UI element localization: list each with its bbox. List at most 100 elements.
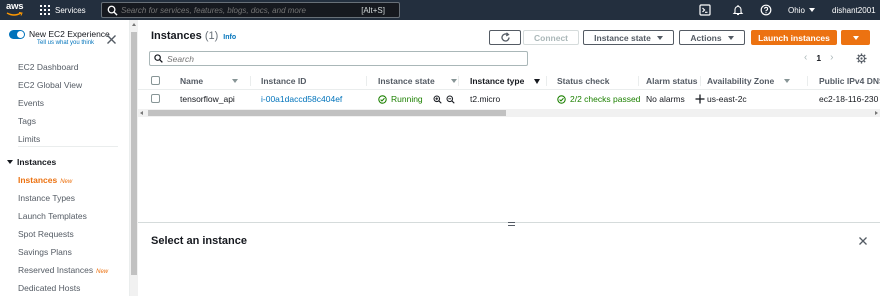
column-header-alarm-status[interactable]: Alarm status — [646, 76, 698, 86]
table-row[interactable]: tensorflow_api i-00a1daccd58c404ef Runni… — [138, 90, 880, 108]
instances-header: Instances (1) Info — [151, 30, 236, 42]
connect-button[interactable]: Connect — [523, 30, 579, 45]
cloudshell-icon — [699, 4, 711, 16]
settings-gear-icon[interactable] — [856, 53, 867, 64]
status-check-value: 2/2 checks passed — [570, 94, 641, 104]
scrollbar-thumb[interactable] — [148, 110, 506, 116]
success-check-icon — [378, 94, 387, 104]
column-header-status-check[interactable]: Status check — [557, 76, 609, 86]
help-icon — [760, 4, 772, 16]
new-badge: New — [60, 179, 73, 185]
sidebar-item-launch-templates[interactable]: Launch Templates — [18, 211, 87, 221]
instance-state-value: Running — [391, 94, 423, 104]
launch-instances-button[interactable]: Launch instances — [751, 30, 837, 45]
refresh-icon — [500, 32, 510, 42]
instance-state-label: Instance state — [594, 32, 651, 43]
instance-id-link[interactable]: i-00a1daccd58c404ef — [261, 94, 342, 104]
new-experience-toggle-row: New EC2 Experience Tell us what you thin… — [9, 29, 110, 46]
scrollbar-thumb[interactable] — [131, 32, 137, 275]
public-dns-value[interactable]: ec2-18-116-230 — [819, 94, 878, 104]
caret-down-icon — [727, 35, 734, 40]
pane-resize-handle-icon[interactable] — [507, 220, 516, 227]
previous-page-icon[interactable]: ‹ — [804, 52, 807, 63]
availability-zone-value: us-east-2c — [707, 94, 747, 104]
cloudshell-button[interactable] — [699, 0, 711, 20]
column-header-instance-id[interactable]: Instance ID — [261, 76, 306, 86]
page-title: Instances (1) — [151, 30, 219, 42]
search-icon — [154, 54, 163, 63]
scroll-up-arrow-icon[interactable] — [132, 23, 136, 26]
column-header-public-ipv4-dns[interactable]: Public IPv4 DNS — [819, 76, 880, 86]
region-selector[interactable]: Ohio — [788, 0, 815, 20]
sidebar-item-savings-plans[interactable]: Savings Plans — [18, 247, 72, 257]
instance-state-button[interactable]: Instance state — [583, 30, 674, 45]
refresh-button[interactable] — [489, 30, 521, 45]
account-menu[interactable]: dishant2001 — [832, 0, 880, 20]
zoom-in-icon[interactable] — [433, 94, 442, 104]
actions-button[interactable]: Actions — [679, 30, 745, 45]
aws-logo[interactable]: aws — [6, 1, 26, 18]
table-horizontal-scrollbar[interactable] — [138, 109, 880, 117]
launch-options-button[interactable] — [841, 30, 870, 45]
alarm-status-value: No alarms — [646, 94, 685, 104]
services-label: Services — [55, 5, 86, 15]
column-header-name[interactable]: Name — [180, 76, 239, 86]
select-all-checkbox[interactable] — [151, 76, 160, 85]
feedback-link[interactable]: Tell us what you think — [37, 40, 110, 46]
top-navigation-bar: aws Services [Alt+S] Ohio dishant2001 — [0, 0, 880, 20]
filter-input[interactable] — [167, 53, 467, 64]
search-icon — [107, 5, 118, 16]
region-label: Ohio — [788, 5, 805, 15]
new-experience-toggle[interactable] — [9, 30, 25, 39]
zoom-out-icon[interactable] — [446, 94, 455, 104]
sidebar-item-ec2-global-view[interactable]: EC2 Global View — [18, 80, 82, 90]
caret-down-icon — [7, 160, 13, 164]
close-icon[interactable] — [858, 236, 868, 246]
alarm-status-cell: No alarms — [646, 94, 705, 104]
instance-type-value: t2.micro — [470, 94, 501, 104]
bell-icon — [732, 5, 744, 16]
notifications-button[interactable] — [732, 0, 744, 20]
new-experience-title: New EC2 Experience — [29, 29, 110, 39]
close-sidebar-icon[interactable] — [106, 34, 117, 45]
next-page-icon[interactable]: › — [830, 52, 833, 63]
sidebar-section-instances[interactable]: Instances — [7, 157, 56, 167]
search-shortcut-hint: [Alt+S] — [361, 6, 385, 15]
row-checkbox[interactable] — [151, 94, 160, 103]
sort-descending-icon — [534, 78, 541, 84]
sidebar-item-events[interactable]: Events — [18, 98, 44, 108]
sidebar-item-reserved-instances[interactable]: Reserved Instances New — [18, 265, 108, 275]
column-header-instance-state[interactable]: Instance state — [378, 76, 457, 86]
instance-details-pane: Select an instance — [138, 222, 880, 296]
scroll-left-arrow-icon[interactable] — [140, 111, 143, 115]
scroll-right-arrow-icon[interactable] — [875, 111, 878, 115]
current-page[interactable]: 1 — [816, 53, 821, 63]
sidebar-item-instances[interactable]: Instances New — [18, 175, 72, 185]
services-menu[interactable]: Services — [40, 0, 86, 20]
sidebar-section-label: Instances — [17, 157, 57, 167]
sidebar-item-tags[interactable]: Tags — [18, 116, 36, 126]
caret-down-icon — [808, 8, 815, 12]
sort-icon — [450, 79, 457, 83]
help-button[interactable] — [760, 0, 772, 20]
column-header-availability-zone[interactable]: Availability Zone — [707, 76, 791, 86]
global-search-input[interactable] — [121, 5, 351, 15]
sidebar-item-ec2-dashboard[interactable]: EC2 Dashboard — [18, 62, 78, 72]
instances-table-header: Name Instance ID Instance state Instance… — [138, 72, 880, 90]
sidebar-item-spot-requests[interactable]: Spot Requests — [18, 229, 74, 239]
sidebar-item-instance-types[interactable]: Instance Types — [18, 193, 75, 203]
actions-label: Actions — [690, 32, 722, 43]
sidebar-item-dedicated-hosts[interactable]: Dedicated Hosts — [18, 283, 80, 293]
aws-smile-icon — [6, 12, 23, 16]
add-alarm-icon[interactable] — [695, 94, 705, 104]
instances-filter[interactable] — [149, 51, 528, 66]
global-search[interactable]: [Alt+S] — [101, 2, 400, 18]
sidebar-item-limits[interactable]: Limits — [18, 134, 40, 144]
column-header-instance-type[interactable]: Instance type — [470, 76, 541, 86]
status-check-cell[interactable]: 2/2 checks passed — [557, 94, 640, 104]
caret-down-icon — [656, 35, 663, 40]
success-check-icon — [557, 94, 566, 104]
sidebar-scrollbar[interactable] — [130, 20, 138, 296]
info-link[interactable]: Info — [223, 34, 236, 41]
instance-name[interactable]: tensorflow_api — [180, 94, 235, 104]
